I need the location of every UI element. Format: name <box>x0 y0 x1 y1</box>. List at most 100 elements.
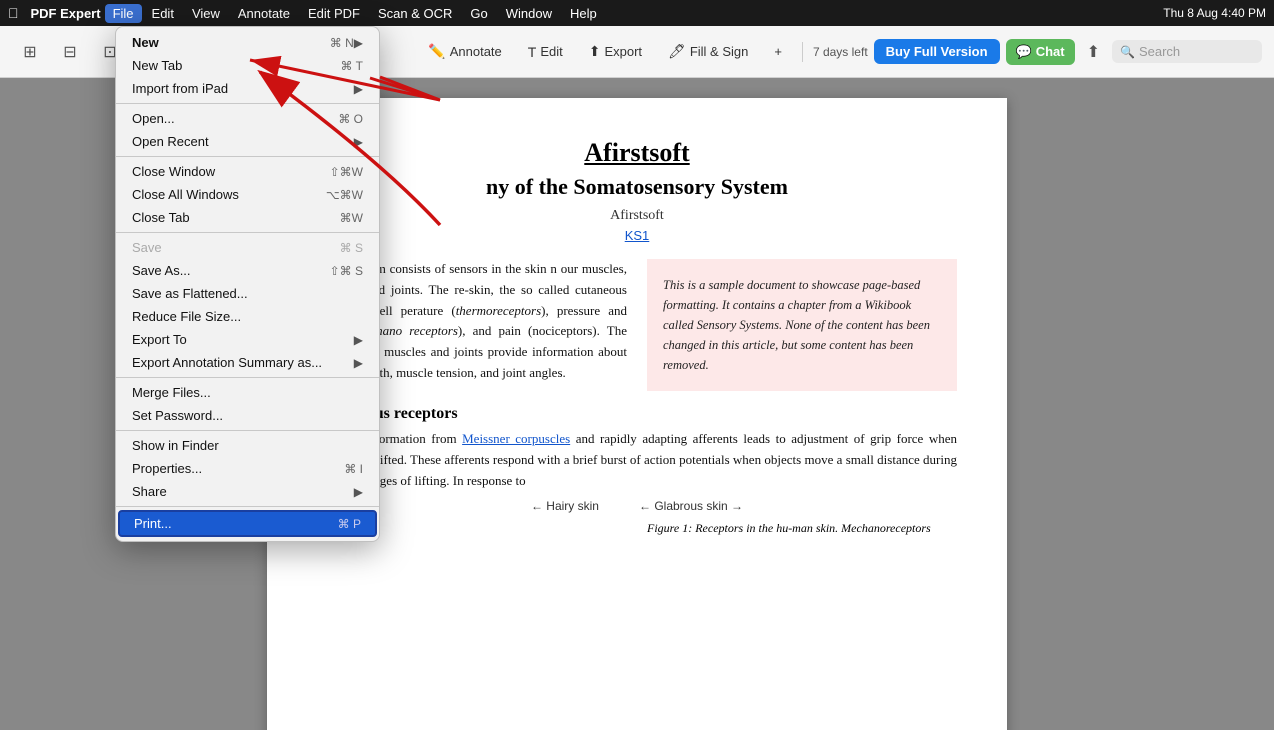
menubar-annotate[interactable]: Annotate <box>230 4 298 23</box>
menu-item-print-shortcut: ⌘ P <box>338 517 361 531</box>
sidebar-list-icon[interactable]: ⊟ <box>52 34 88 70</box>
menu-item-save-as-label: Save As... <box>132 263 310 278</box>
menu-item-reduce-size-label: Reduce File Size... <box>132 309 363 324</box>
menu-item-new-label: New <box>132 35 310 50</box>
days-left-label: 7 days left <box>813 45 868 59</box>
pdf-link[interactable]: KS1 <box>317 228 957 243</box>
pdf-author: Afirstsoft <box>317 208 957 224</box>
annotate-label: Annotate <box>450 44 502 59</box>
menu-separator-6 <box>116 506 379 507</box>
edit-label: Edit <box>540 44 562 59</box>
menu-separator-5 <box>116 430 379 431</box>
menu-item-new-tab-shortcut: ⌘ T <box>341 59 363 73</box>
apple-menu[interactable]:  <box>8 5 19 21</box>
menu-item-share[interactable]: Share ▶ <box>116 480 379 503</box>
fill-sign-button[interactable]: 🖊 Fill & Sign <box>658 38 758 65</box>
menu-item-export-annotation[interactable]: Export Annotation Summary as... ▶ <box>116 351 379 374</box>
menu-item-print[interactable]: Print... ⌘ P <box>118 510 377 537</box>
menu-item-close-all[interactable]: Close All Windows ⌥⌘W <box>116 183 379 206</box>
menubar-go[interactable]: Go <box>462 4 495 23</box>
menu-item-close-tab[interactable]: Close Tab ⌘W <box>116 206 379 229</box>
menu-item-set-password-label: Set Password... <box>132 408 363 423</box>
menu-item-save: Save ⌘ S <box>116 236 379 259</box>
menu-item-properties[interactable]: Properties... ⌘ I <box>116 457 379 480</box>
menu-separator-4 <box>116 377 379 378</box>
menu-item-import-ipad-label: Import from iPad <box>132 81 354 96</box>
menu-item-share-arrow: ▶ <box>354 485 363 499</box>
pdf-section-title: Cutaneous receptors <box>317 405 957 423</box>
share-button[interactable]: ⬆ <box>1081 38 1106 66</box>
menu-item-close-tab-shortcut: ⌘W <box>340 211 363 225</box>
menu-item-export-to[interactable]: Export To ▶ <box>116 328 379 351</box>
search-placeholder: Search <box>1139 44 1180 59</box>
menu-item-print-label: Print... <box>134 516 318 531</box>
buy-full-version-button[interactable]: Buy Full Version <box>874 39 1000 64</box>
glabrous-skin-label: ← Glabrous skin → <box>639 499 743 513</box>
pdf-title: Afirstsoft <box>317 138 957 168</box>
menu-item-new-tab-label: New Tab <box>132 58 321 73</box>
menu-item-import-ipad[interactable]: Import from iPad ▶ <box>116 77 379 100</box>
menu-item-export-annotation-label: Export Annotation Summary as... <box>132 355 354 370</box>
toolbar-divider-2 <box>802 42 803 62</box>
menu-item-properties-shortcut: ⌘ I <box>344 462 363 476</box>
menu-item-set-password[interactable]: Set Password... <box>116 404 379 427</box>
pdf-figure-labels: ← Hairy skin ← Glabrous skin → <box>317 499 957 513</box>
file-menu: New ⌘ N ▶ New Tab ⌘ T Import from iPad ▶… <box>115 26 380 542</box>
meissner-link[interactable]: Meissner corpuscles <box>462 431 570 446</box>
add-icon: + <box>774 44 782 59</box>
search-box[interactable]: 🔍 Search <box>1112 40 1262 63</box>
menubar-file[interactable]: File <box>105 4 142 23</box>
menu-item-new-tab[interactable]: New Tab ⌘ T <box>116 54 379 77</box>
menu-item-new-shortcut: ⌘ N <box>330 36 354 50</box>
menu-item-save-as[interactable]: Save As... ⇧⌘ S <box>116 259 379 282</box>
export-label: Export <box>604 44 642 59</box>
menu-separator-3 <box>116 232 379 233</box>
menubar-scan-ocr[interactable]: Scan & OCR <box>370 4 460 23</box>
menubar-right: Thu 8 Aug 4:40 PM <box>1163 6 1266 20</box>
fill-sign-label: Fill & Sign <box>690 44 749 59</box>
export-button[interactable]: ⬆ Export <box>579 38 652 65</box>
sidebar-grid-icon[interactable]: ⊞ <box>12 34 48 70</box>
menu-item-share-label: Share <box>132 484 354 499</box>
chat-icon: 💬 <box>1016 44 1032 60</box>
menu-separator-1 <box>116 103 379 104</box>
fill-sign-icon: 🖊 <box>668 43 686 60</box>
menu-item-properties-label: Properties... <box>132 461 324 476</box>
menu-item-show-finder-label: Show in Finder <box>132 438 363 453</box>
menu-item-merge-files[interactable]: Merge Files... <box>116 381 379 404</box>
edit-button[interactable]: T Edit <box>518 39 573 65</box>
export-icon: ⬆ <box>589 43 601 60</box>
menubar:  PDF Expert File Edit View Annotate Edi… <box>0 0 1274 26</box>
menu-item-open-recent-arrow: ▶ <box>354 135 363 149</box>
menu-item-merge-files-label: Merge Files... <box>132 385 363 400</box>
edit-icon: T <box>528 44 537 60</box>
menubar-edit[interactable]: Edit <box>144 4 182 23</box>
menu-item-open-shortcut: ⌘ O <box>338 112 363 126</box>
menu-item-open[interactable]: Open... ⌘ O <box>116 107 379 130</box>
menubar-edit-pdf[interactable]: Edit PDF <box>300 4 368 23</box>
menu-separator-2 <box>116 156 379 157</box>
menu-item-open-recent[interactable]: Open Recent ▶ <box>116 130 379 153</box>
menu-item-open-recent-label: Open Recent <box>132 134 354 149</box>
menu-item-save-flattened[interactable]: Save as Flattened... <box>116 282 379 305</box>
menu-item-show-finder[interactable]: Show in Finder <box>116 434 379 457</box>
pdf-pink-box: This is a sample document to showcase pa… <box>647 259 957 391</box>
annotate-button[interactable]: ✏️ Annotate <box>418 38 511 65</box>
add-button[interactable]: + <box>764 39 792 64</box>
chat-label: Chat <box>1036 44 1065 59</box>
pdf-body-para2: Sensory information from Meissner corpus… <box>317 429 957 491</box>
chat-button[interactable]: 💬 Chat <box>1006 39 1075 65</box>
pdf-subtitle: ny of the Somatosensory System <box>317 174 957 200</box>
menu-item-new[interactable]: New ⌘ N ▶ <box>116 31 379 54</box>
menubar-window[interactable]: Window <box>498 4 560 23</box>
menu-item-import-ipad-arrow: ▶ <box>354 82 363 96</box>
hairy-skin-label: ← Hairy skin <box>531 499 599 513</box>
menu-item-save-shortcut: ⌘ S <box>340 241 363 255</box>
menu-item-reduce-size[interactable]: Reduce File Size... <box>116 305 379 328</box>
menu-item-close-all-shortcut: ⌥⌘W <box>326 188 363 202</box>
menu-item-save-flattened-label: Save as Flattened... <box>132 286 363 301</box>
menu-item-new-arrow: ▶ <box>354 36 363 50</box>
menu-item-close-window[interactable]: Close Window ⇧⌘W <box>116 160 379 183</box>
menubar-help[interactable]: Help <box>562 4 605 23</box>
menubar-view[interactable]: View <box>184 4 228 23</box>
